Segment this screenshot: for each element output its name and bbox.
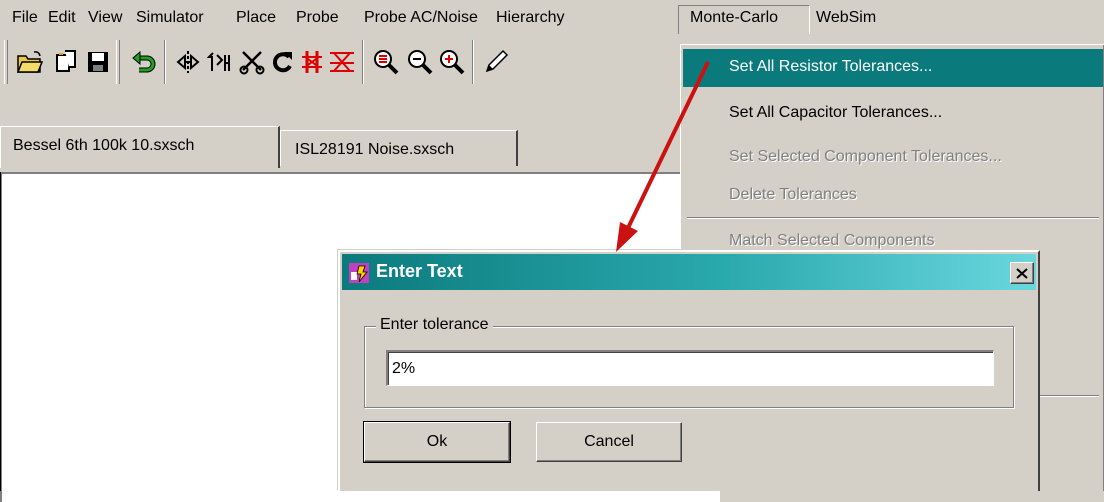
rotate-icon[interactable] (266, 40, 298, 84)
zoom-fit-icon[interactable] (370, 40, 402, 84)
menu-websim[interactable]: WebSim (816, 9, 876, 27)
delete-wire-icon[interactable] (326, 40, 358, 84)
stop-red-icon[interactable] (296, 40, 328, 84)
close-button[interactable] (1010, 262, 1034, 284)
tab-isl28191-noise[interactable]: ISL28191 Noise.sxsch (280, 130, 518, 166)
app-icon (348, 262, 370, 284)
menu-item-set-all-resistor-tolerances[interactable]: Set All Resistor Tolerances... (683, 49, 1103, 87)
save-disk-icon[interactable] (82, 40, 114, 84)
undo-arrow-icon[interactable] (128, 40, 160, 84)
menu-probe-ac-noise[interactable]: Probe AC/Noise (364, 9, 478, 27)
tab-label: ISL28191 Noise.sxsch (295, 141, 455, 158)
toolbar-separator (164, 40, 166, 84)
menu-bar: File Edit View Simulator Place Probe Pro… (0, 0, 1104, 34)
menu-item-set-selected-component-tolerances: Set Selected Component Tolerances... (729, 148, 1002, 165)
menu-separator (687, 217, 1099, 219)
menu-place[interactable]: Place (236, 9, 276, 27)
pencil-icon[interactable] (480, 40, 512, 84)
toolbar-separator (472, 40, 474, 84)
menu-probe[interactable]: Probe (296, 9, 339, 27)
group-label: Enter tolerance (376, 316, 493, 334)
mirror-icon[interactable] (172, 40, 204, 84)
menu-item-delete-tolerances: Delete Tolerances (729, 186, 857, 203)
cut-scissors-icon[interactable] (236, 40, 268, 84)
toolbar (0, 34, 700, 88)
zoom-out-icon[interactable] (404, 40, 436, 84)
canvas-border (0, 172, 1, 491)
menu-edit[interactable]: Edit (48, 9, 76, 27)
tab-label: Bessel 6th 100k 10.sxsch (13, 137, 195, 154)
open-folder-icon[interactable] (14, 40, 46, 84)
menu-view[interactable]: View (88, 9, 122, 27)
dialog-title: Enter Text (376, 261, 463, 281)
toolbar-grip[interactable] (4, 40, 8, 84)
menu-simulator[interactable]: Simulator (136, 9, 204, 27)
close-icon (1016, 267, 1028, 279)
new-document-icon[interactable] (50, 40, 82, 84)
cancel-button[interactable]: Cancel (536, 422, 682, 462)
tab-bessel-6th[interactable]: Bessel 6th 100k 10.sxsch (0, 126, 280, 168)
enter-text-dialog: Enter Text Enter tolerance Ok Cancel (338, 250, 1040, 491)
dialog-title-bar[interactable]: Enter Text (342, 254, 1036, 290)
toolbar-grip-2 (116, 40, 120, 84)
menu-item-set-all-capacitor-tolerances[interactable]: Set All Capacitor Tolerances... (683, 95, 1103, 133)
menu-monte-carlo[interactable]: Monte-Carlo (690, 9, 778, 27)
menu-hierarchy[interactable]: Hierarchy (496, 9, 564, 27)
toolbar-separator (362, 40, 364, 84)
tolerance-input[interactable] (386, 350, 994, 386)
zoom-in-icon[interactable] (436, 40, 468, 84)
menu-file[interactable]: File (12, 9, 38, 27)
flip-icon[interactable] (204, 40, 236, 84)
ok-button[interactable]: Ok (363, 421, 511, 463)
